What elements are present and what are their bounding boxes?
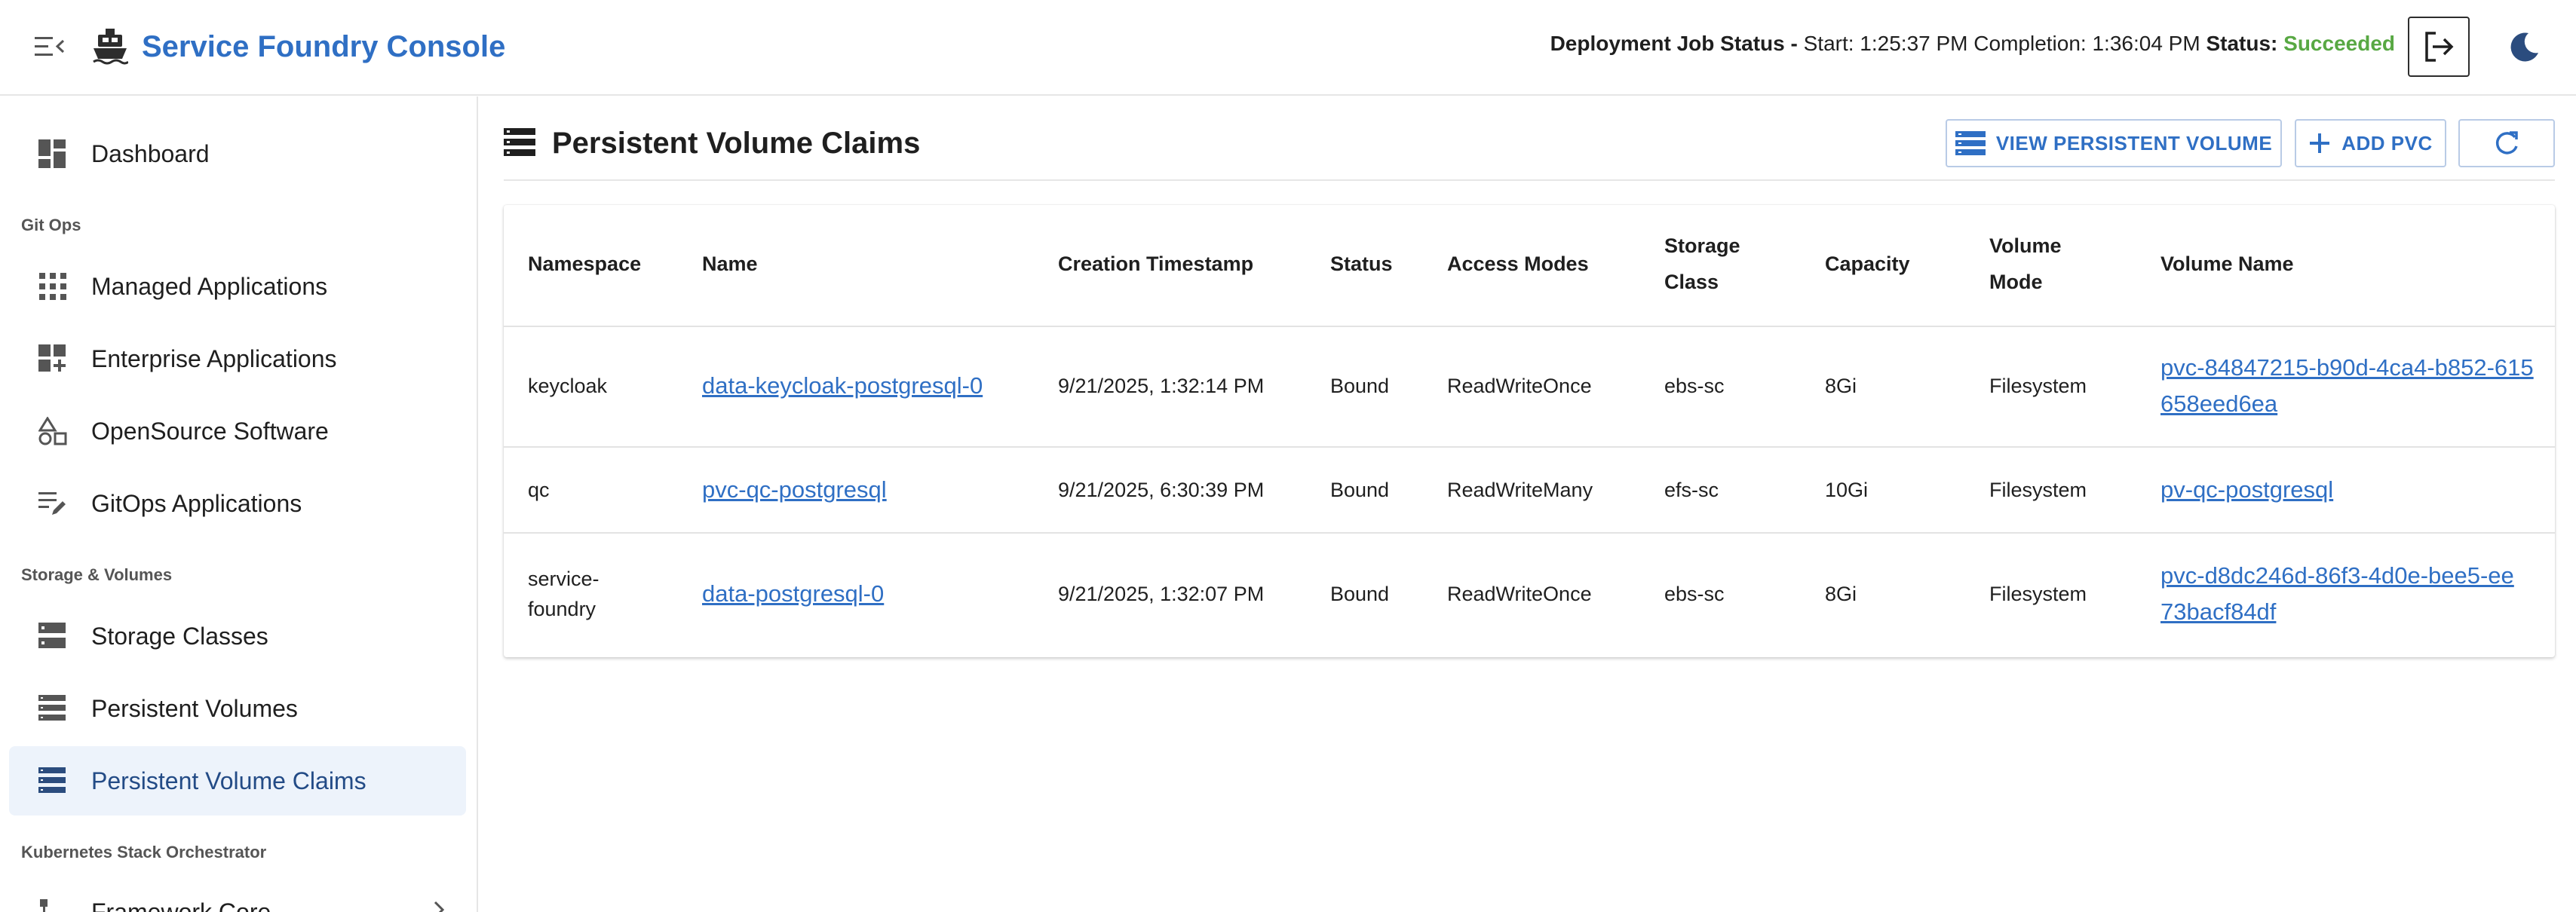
cell-namespace: keycloak	[528, 375, 608, 397]
cell-access-modes: ReadWriteMany	[1447, 479, 1593, 501]
logout-icon	[2425, 32, 2454, 62]
logout-button[interactable]	[2408, 17, 2470, 77]
volume-name-link[interactable]: pvc-84847215-b90d-4ca4-b852-615658eed6ea	[2160, 350, 2538, 422]
view-persistent-volume-label: VIEW PERSISTENT VOLUME	[1995, 131, 2273, 155]
status-label: Status:	[2206, 32, 2278, 55]
cell-capacity: 8Gi	[1825, 583, 1857, 605]
menu-collapse-icon[interactable]	[30, 29, 69, 65]
sidebar-item-label: Persistent Volume Claims	[91, 767, 366, 794]
deployment-job-status: Deployment Job Status - Start: 1:25:37 P…	[1550, 27, 2395, 60]
cell-creation-timestamp: 9/21/2025, 1:32:14 PM	[1058, 375, 1265, 397]
cell-creation-timestamp: 9/21/2025, 6:30:39 PM	[1058, 479, 1265, 501]
add-pvc-button[interactable]: ADD PVC	[2295, 119, 2446, 167]
sidebar-item-opensource-software[interactable]: OpenSource Software	[9, 396, 466, 466]
column-header-storage-class[interactable]: Storage Class	[1664, 228, 1777, 300]
sidebar-item-framework-core[interactable]: Framework Core	[9, 877, 466, 912]
column-header-volume-mode[interactable]: Volume Mode	[1989, 228, 2087, 300]
row-divider	[504, 532, 2555, 534]
edit-note-icon	[36, 487, 69, 520]
pvc-name-link[interactable]: data-postgresql-0	[702, 576, 884, 612]
sidebar-item-label: GitOps Applications	[91, 489, 302, 517]
app-header: Service Foundry Console Deployment Job S…	[0, 0, 2576, 96]
pvc-name-link[interactable]: pvc-qc-postgresql	[702, 472, 887, 508]
dashboard-icon	[36, 137, 69, 170]
sidebar-item-label: Persistent Volumes	[91, 694, 298, 722]
section-title-kso: Kubernetes Stack Orchestrator	[21, 843, 267, 862]
sidebar-item-label: Framework Core	[91, 898, 271, 912]
apps-grid-icon	[36, 270, 69, 303]
column-header-status[interactable]: Status	[1330, 246, 1393, 282]
status-badge: Succeeded	[2283, 32, 2395, 55]
column-header-namespace[interactable]: Namespace	[528, 246, 641, 282]
volume-name-link[interactable]: pv-qc-postgresql	[2160, 472, 2333, 508]
section-title-gitops: Git Ops	[21, 216, 81, 234]
sidebar-item-label: Dashboard	[91, 139, 210, 167]
cell-capacity: 8Gi	[1825, 375, 1857, 397]
cell-status: Bound	[1330, 479, 1390, 501]
sidebar-item-label: Managed Applications	[91, 272, 328, 300]
job-start-time: Start: 1:25:37 PM	[1803, 32, 1968, 55]
sidebar-item-label: Storage Classes	[91, 622, 268, 650]
list-storage-icon	[1955, 131, 1986, 155]
plus-icon	[2310, 133, 2330, 153]
cell-namespace: qc	[528, 479, 550, 501]
ship-logo-icon	[92, 27, 130, 66]
storage-icon	[36, 620, 69, 653]
cell-storage-class: ebs-sc	[1664, 583, 1725, 605]
header-divider	[504, 326, 2555, 327]
list-storage-icon	[504, 128, 538, 158]
cell-creation-timestamp: 9/21/2025, 1:32:07 PM	[1058, 583, 1265, 605]
hierarchy-icon	[36, 895, 69, 912]
sidebar: Dashboard Git Ops Managed Applications E…	[0, 96, 478, 912]
cell-volume-mode: Filesystem	[1989, 375, 2087, 397]
sidebar-item-persistent-volumes[interactable]: Persistent Volumes	[9, 674, 466, 743]
cell-capacity: 10Gi	[1825, 479, 1869, 501]
cell-access-modes: ReadWriteOnce	[1447, 583, 1592, 605]
cell-storage-class: ebs-sc	[1664, 375, 1725, 397]
column-header-access-modes[interactable]: Access Modes	[1447, 246, 1589, 282]
cell-namespace: service-foundry	[528, 568, 600, 620]
moon-icon	[2510, 32, 2538, 62]
cell-volume-mode: Filesystem	[1989, 583, 2087, 605]
job-status-label: Deployment Job Status -	[1550, 32, 1798, 55]
shapes-icon	[36, 415, 69, 448]
sidebar-item-persistent-volume-claims[interactable]: Persistent Volume Claims	[9, 746, 466, 816]
title-divider	[504, 179, 2555, 181]
dark-mode-toggle[interactable]	[2505, 27, 2544, 66]
column-header-name[interactable]: Name	[702, 246, 758, 282]
cell-volume-mode: Filesystem	[1989, 479, 2087, 501]
sidebar-item-dashboard[interactable]: Dashboard	[9, 119, 466, 188]
pvc-name-link[interactable]: data-keycloak-postgresql-0	[702, 368, 983, 404]
chevron-right-icon	[433, 900, 445, 912]
refresh-button[interactable]	[2458, 119, 2555, 167]
volume-name-link[interactable]: pvc-d8dc246d-86f3-4d0e-bee5-ee73bacf84df	[2160, 558, 2522, 630]
sidebar-item-enterprise-applications[interactable]: Enterprise Applications	[9, 324, 466, 393]
cell-status: Bound	[1330, 375, 1390, 397]
app-title[interactable]: Service Foundry Console	[142, 27, 505, 66]
pvc-table: Namespace Name Creation Timestamp Status…	[504, 205, 2555, 657]
cell-storage-class: efs-sc	[1664, 479, 1719, 501]
cell-access-modes: ReadWriteOnce	[1447, 375, 1592, 397]
view-persistent-volume-button[interactable]: VIEW PERSISTENT VOLUME	[1946, 119, 2282, 167]
sidebar-item-label: Enterprise Applications	[91, 344, 337, 372]
job-completion-time: Completion: 1:36:04 PM	[1973, 32, 2200, 55]
column-header-creation-timestamp[interactable]: Creation Timestamp	[1058, 246, 1253, 282]
row-divider	[504, 446, 2555, 448]
column-header-volume-name[interactable]: Volume Name	[2160, 246, 2294, 282]
section-title-storage: Storage & Volumes	[21, 565, 173, 584]
sidebar-item-managed-applications[interactable]: Managed Applications	[9, 252, 466, 321]
refresh-icon	[2495, 131, 2518, 155]
sidebar-item-storage-classes[interactable]: Storage Classes	[9, 601, 466, 671]
cell-status: Bound	[1330, 583, 1390, 605]
column-header-capacity[interactable]: Capacity	[1825, 246, 1910, 282]
list-storage-icon	[36, 764, 69, 797]
list-storage-icon	[36, 692, 69, 725]
sidebar-item-label: OpenSource Software	[91, 417, 329, 445]
add-widget-icon	[36, 342, 69, 375]
add-pvc-label: ADD PVC	[2341, 131, 2433, 155]
sidebar-item-gitops-applications[interactable]: GitOps Applications	[9, 469, 466, 538]
page-title: Persistent Volume Claims	[552, 127, 921, 160]
